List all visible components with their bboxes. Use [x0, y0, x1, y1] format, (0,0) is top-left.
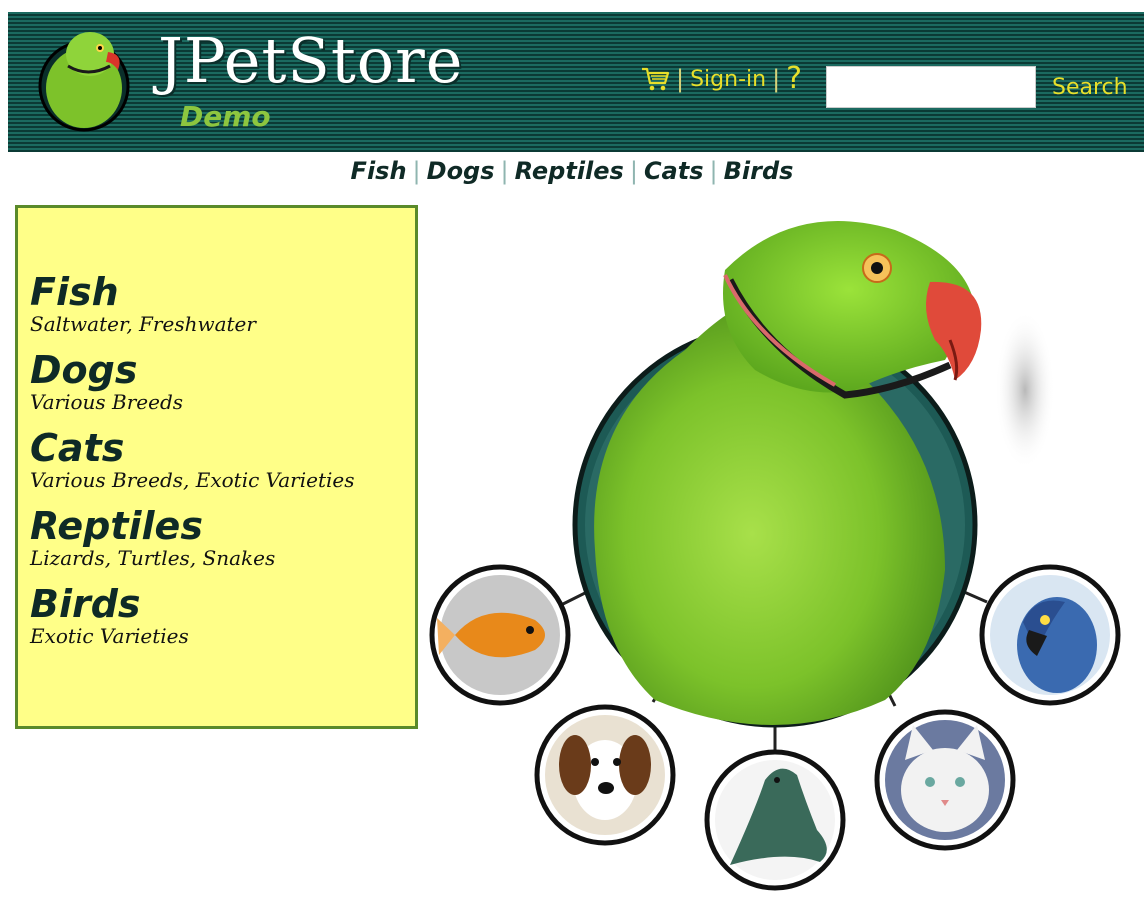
category-link-reptiles[interactable]: Reptiles	[30, 506, 415, 546]
quicknav-cats[interactable]: Cats	[644, 157, 704, 185]
nav-separator: |	[500, 157, 509, 185]
category-sidebar: Fish Saltwater, Freshwater Dogs Various …	[15, 205, 418, 729]
category-fish: Fish Saltwater, Freshwater	[30, 272, 415, 336]
category-desc: Various Breeds	[30, 390, 184, 414]
category-desc: Lizards, Turtles, Snakes	[30, 546, 276, 570]
header-separator: |	[772, 65, 781, 93]
category-desc: Saltwater, Freshwater	[30, 312, 256, 336]
search-input[interactable]	[826, 66, 1036, 108]
dog-circle[interactable]	[534, 704, 676, 846]
header-links: | Sign-in | ?	[640, 62, 802, 96]
quicknav-reptiles[interactable]: Reptiles	[515, 157, 624, 185]
category-birds: Birds Exotic Varieties	[30, 584, 415, 648]
shopping-cart-icon[interactable]	[640, 66, 670, 92]
category-link-cats[interactable]: Cats	[30, 428, 415, 468]
help-icon[interactable]: ?	[786, 64, 802, 94]
quicknav-dogs[interactable]: Dogs	[427, 157, 495, 185]
category-desc: Various Breeds, Exotic Varieties	[30, 468, 355, 492]
splash-image-map	[429, 221, 1121, 891]
quick-nav: Fish | Dogs | Reptiles | Cats | Birds	[0, 152, 1144, 190]
category-link-fish[interactable]: Fish	[30, 272, 415, 312]
search-button[interactable]: Search	[1046, 66, 1134, 108]
logo-parrot-icon[interactable]	[36, 26, 132, 134]
logo-title[interactable]: JPetStore	[158, 30, 463, 92]
category-cats: Cats Various Breeds, Exotic Varieties	[30, 428, 415, 492]
header-separator: |	[676, 65, 685, 93]
category-link-dogs[interactable]: Dogs	[30, 350, 415, 390]
reptile-circle[interactable]	[704, 749, 846, 891]
nav-separator: |	[629, 157, 638, 185]
quicknav-fish[interactable]: Fish	[351, 157, 407, 185]
quicknav-birds[interactable]: Birds	[724, 157, 794, 185]
signin-link[interactable]: Sign-in	[690, 67, 766, 92]
cat-circle[interactable]	[874, 709, 1016, 851]
header-banner: JPetStore Demo | Sign-in | ? Search	[8, 12, 1144, 152]
category-desc: Exotic Varieties	[30, 624, 189, 648]
category-reptiles: Reptiles Lizards, Turtles, Snakes	[30, 506, 415, 570]
fish-circle[interactable]	[429, 564, 571, 706]
bird-circle[interactable]	[979, 564, 1121, 706]
nav-separator: |	[412, 157, 421, 185]
category-link-birds[interactable]: Birds	[30, 584, 415, 624]
nav-separator: |	[709, 157, 718, 185]
logo-subtitle: Demo	[180, 100, 271, 133]
category-dogs: Dogs Various Breeds	[30, 350, 415, 414]
